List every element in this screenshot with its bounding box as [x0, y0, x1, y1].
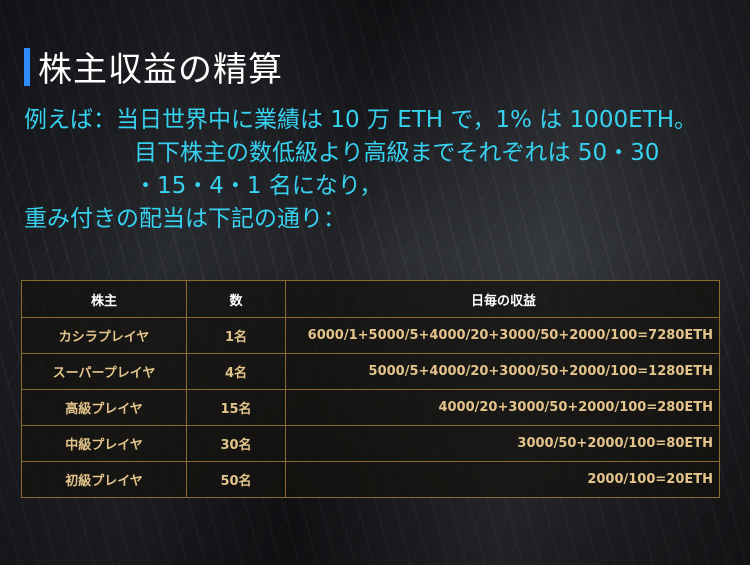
- cell-count: 1名: [186, 317, 286, 354]
- table-row: 初級プレイヤ 50名 2000/100=20ETH: [21, 461, 720, 498]
- description-line-1: 例えば：当日世界中に業績は 10 万 ETH で，1% は 1000ETH。: [24, 107, 697, 133]
- cell-count: 50名: [186, 461, 286, 498]
- cell-count: 30名: [186, 425, 286, 462]
- header-shareholder: 株主: [21, 280, 187, 318]
- cell-income: 2000/100=20ETH: [285, 461, 720, 498]
- description-line-3: ・15・4・1 名になり，: [134, 173, 383, 199]
- cell-tier: 中級プレイヤ: [21, 425, 187, 462]
- cell-income: 5000/5+4000/20+3000/50+2000/100=1280ETH: [285, 353, 720, 390]
- table-row: 中級プレイヤ 30名 3000/50+2000/100=80ETH: [21, 425, 720, 462]
- page-title: 株主収益の精算: [38, 50, 283, 90]
- cell-tier: 高級プレイヤ: [21, 389, 187, 426]
- header-count: 数: [186, 280, 286, 318]
- page-heading: 株主収益の精算: [24, 42, 283, 91]
- description-line-2: 目下株主の数低級より高級までそれぞれは 50・30: [134, 140, 660, 166]
- table-header-row: 株主 数 日毎の収益: [21, 280, 720, 318]
- table-row: スーパープレイヤ 4名 5000/5+4000/20+3000/50+2000/…: [21, 353, 720, 390]
- description-block: 例えば：当日世界中に業績は 10 万 ETH で，1% は 1000ETH。 目…: [24, 104, 744, 236]
- cell-income: 4000/20+3000/50+2000/100=280ETH: [285, 389, 720, 426]
- cell-tier: 初級プレイヤ: [21, 461, 187, 498]
- header-daily-income: 日毎の収益: [285, 280, 720, 318]
- dividend-table: 株主 数 日毎の収益 カシラプレイヤ 1名 6000/1+5000/5+4000…: [21, 280, 720, 498]
- description-line-4: 重み付きの配当は下記の通り：: [24, 206, 346, 232]
- cell-count: 4名: [186, 353, 286, 390]
- cell-tier: カシラプレイヤ: [21, 317, 187, 354]
- accent-bar: [24, 47, 30, 86]
- cell-count: 15名: [186, 389, 286, 426]
- table-row: カシラプレイヤ 1名 6000/1+5000/5+4000/20+3000/50…: [21, 317, 720, 354]
- cell-income: 3000/50+2000/100=80ETH: [285, 425, 720, 462]
- cell-tier: スーパープレイヤ: [21, 353, 187, 390]
- table-row: 高級プレイヤ 15名 4000/20+3000/50+2000/100=280E…: [21, 389, 720, 426]
- cell-income: 6000/1+5000/5+4000/20+3000/50+2000/100=7…: [285, 317, 720, 354]
